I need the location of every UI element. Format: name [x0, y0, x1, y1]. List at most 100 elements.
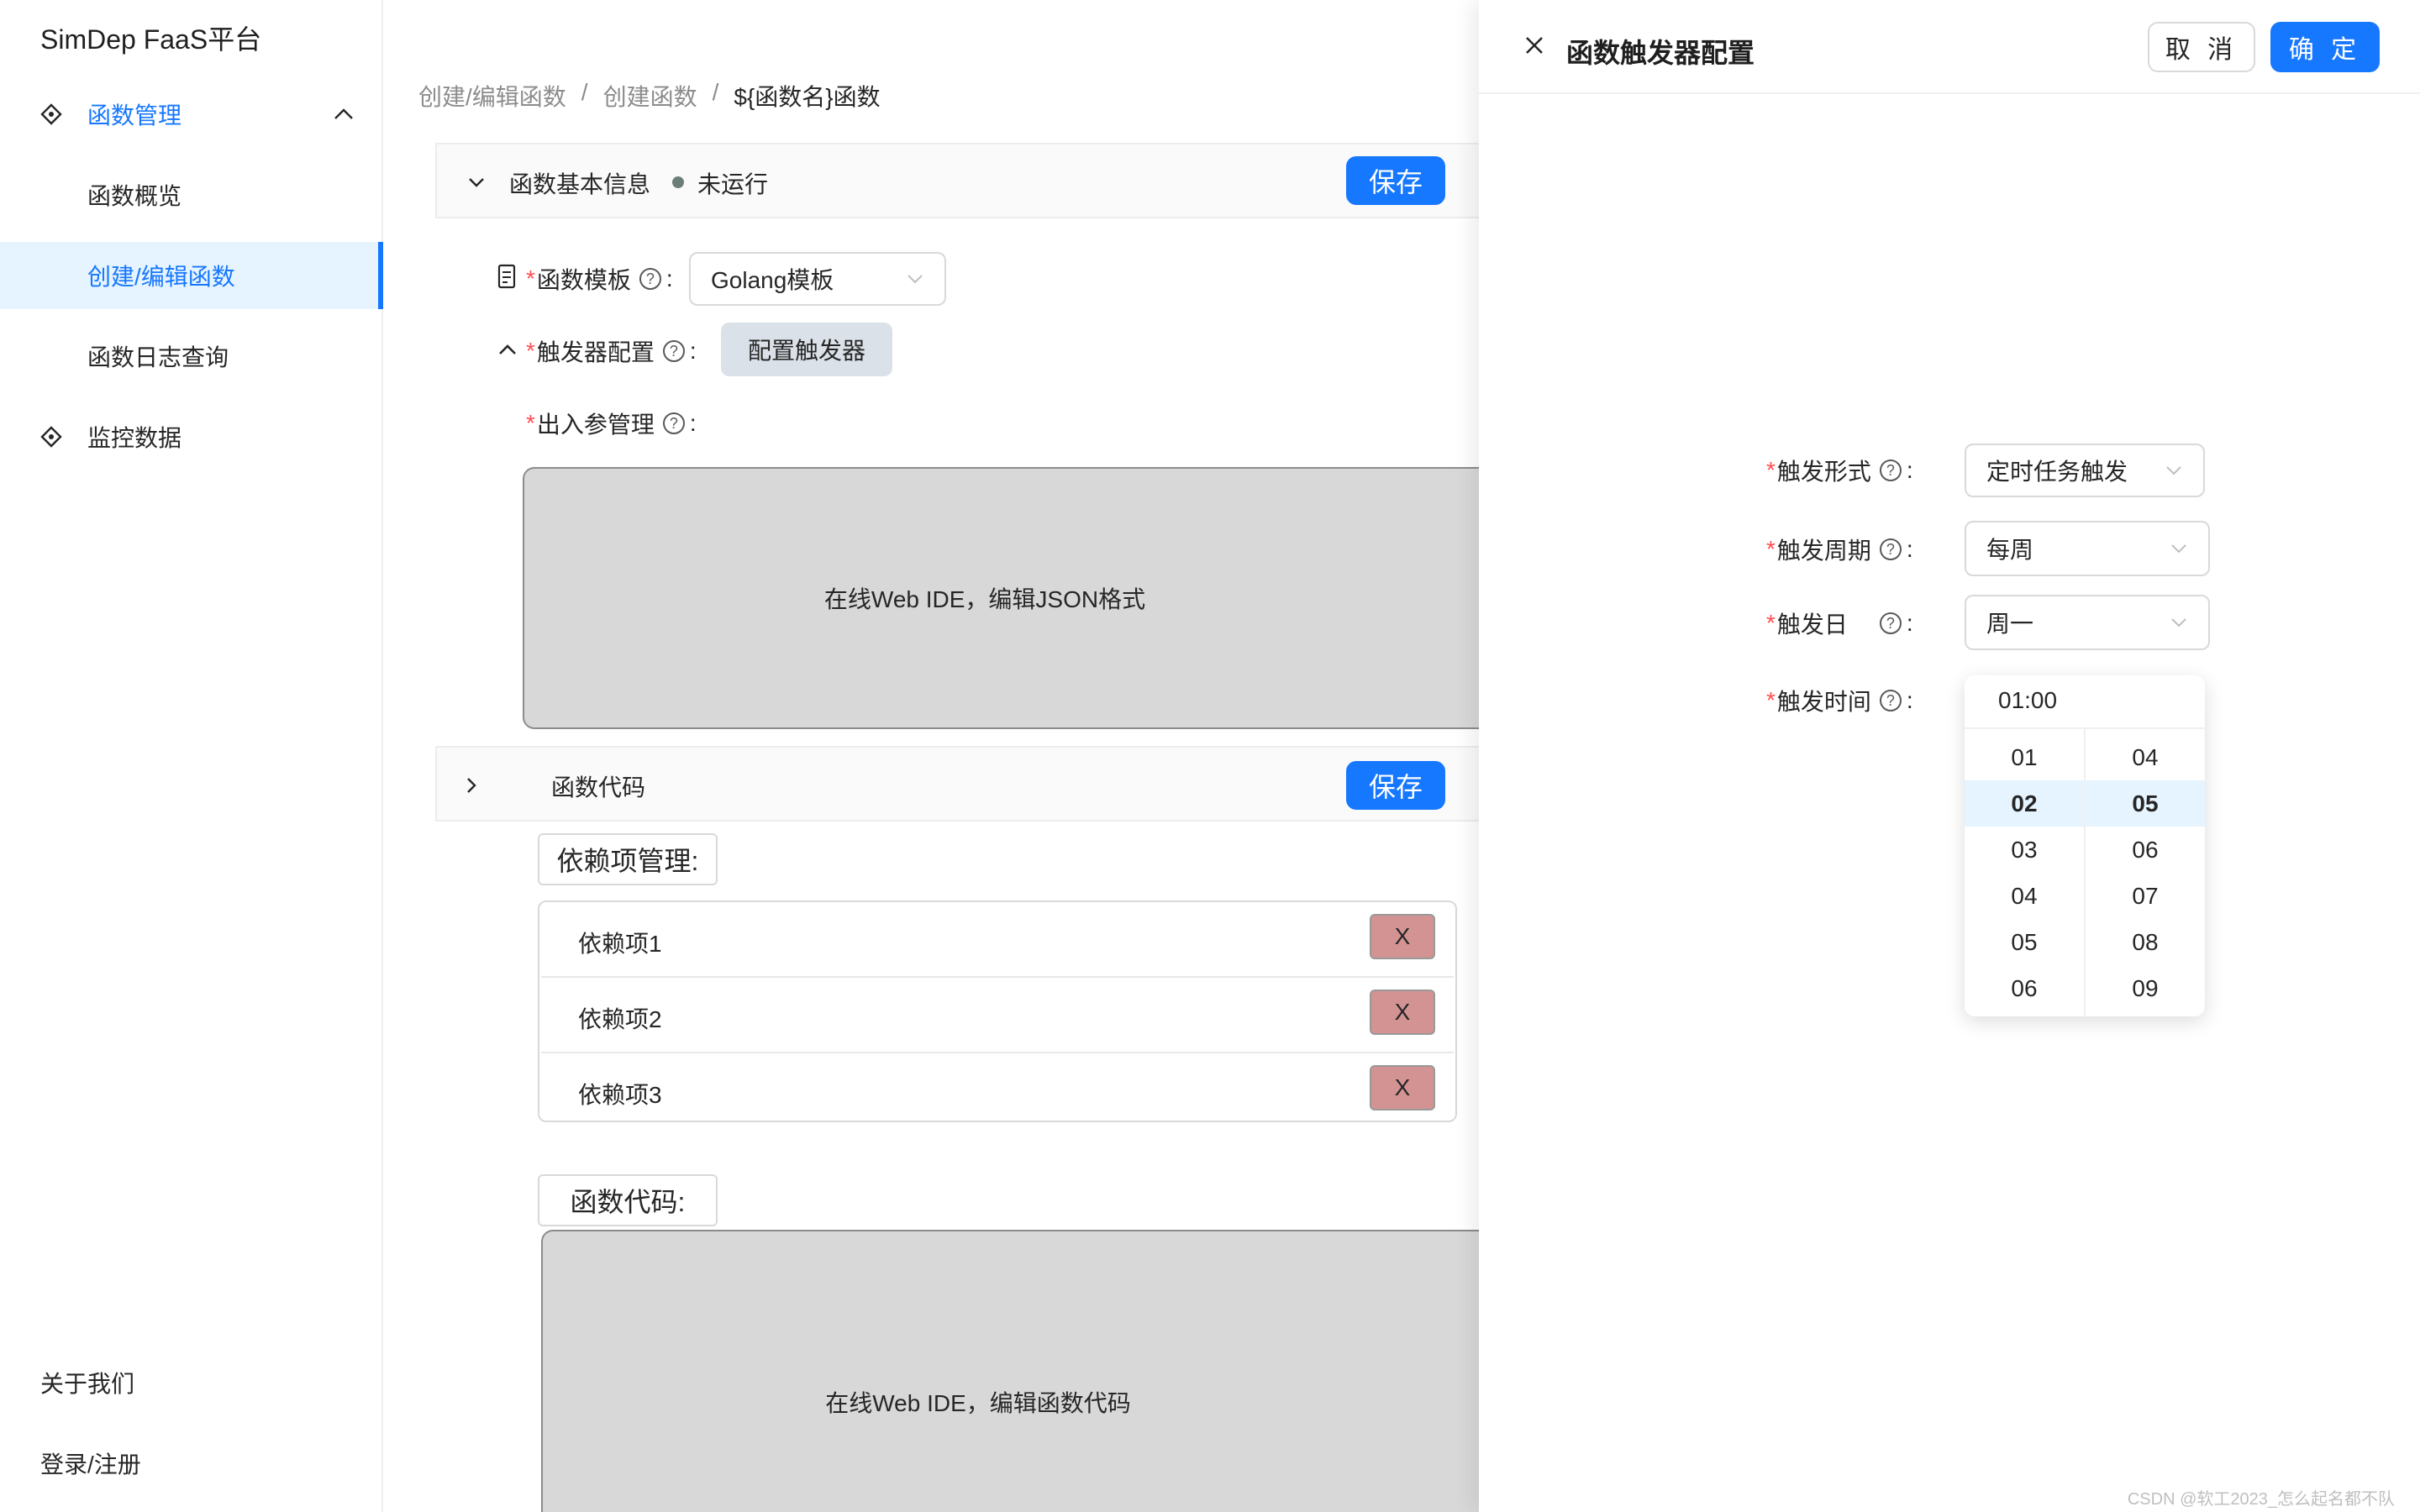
trigger-config-drawer: 函数触发器配置 取 消 确 定 — [1479, 0, 2420, 1512]
watermark: CSDN @软工2023_怎么起名都不队 — [2127, 1490, 2395, 1509]
params-label: * 出入参管理?: — [526, 410, 697, 438]
code-label: 函数代码: — [538, 1174, 718, 1226]
help-icon[interactable]: ? — [662, 340, 685, 362]
chevron-down-icon — [2171, 618, 2186, 627]
chevron-down-icon[interactable] — [467, 173, 486, 192]
status-dot — [672, 176, 684, 188]
sidebar-item-about[interactable]: 关于我们 — [0, 1349, 383, 1416]
breadcrumb-current: ${函数名}函数 — [734, 84, 881, 110]
breadcrumb-separator: / — [581, 79, 588, 105]
hour-option[interactable]: 03 — [1965, 827, 2084, 873]
dependency-name: 依赖项3 — [578, 1082, 662, 1108]
basic-info-panel-header[interactable]: 函数基本信息 未运行 保存 — [435, 143, 1479, 218]
trigger-day-label: * 触发日?: — [1766, 610, 1913, 638]
help-icon[interactable]: ? — [1879, 612, 1902, 634]
chevron-up-icon — [334, 108, 353, 119]
code-panel-title: 函数代码 — [551, 774, 646, 801]
sidebar-item-label: 函数日志查询 — [87, 344, 229, 370]
hour-option[interactable]: 06 — [1965, 965, 2084, 1011]
close-icon[interactable] — [1523, 34, 1546, 57]
sidebar-item-label: 关于我们 — [40, 1371, 135, 1397]
sidebar-item-function-logs[interactable]: 函数日志查询 — [0, 323, 383, 390]
save-basic-button[interactable]: 保存 — [1346, 156, 1445, 205]
breadcrumb-item[interactable]: 创建函数 — [603, 79, 697, 113]
trigger-time-label: * 触发时间?: — [1766, 687, 1913, 715]
cancel-button[interactable]: 取 消 — [2148, 22, 2255, 72]
dependencies-label: 依赖项管理: — [538, 833, 718, 885]
code-panel-header[interactable]: 函数代码 保存 — [435, 746, 1479, 822]
trigger-label: * 触发器配置?: — [526, 338, 697, 365]
dependency-name: 依赖项1 — [578, 931, 662, 957]
sidebar-item-label: 函数管理 — [87, 102, 182, 129]
configure-trigger-button[interactable]: 配置触发器 — [721, 323, 892, 376]
help-icon[interactable]: ? — [662, 412, 685, 434]
trigger-type-label: * 触发形式?: — [1766, 457, 1913, 485]
hour-option[interactable]: 05 — [1965, 919, 2084, 965]
trigger-type-select[interactable]: 定时任务触发 — [1965, 444, 2205, 497]
diamond-icon — [40, 426, 62, 448]
minute-option[interactable]: 04 — [2086, 734, 2205, 780]
document-icon — [497, 264, 516, 289]
dependency-list: 依赖项1 X 依赖项2 X 依赖项3 X — [538, 900, 1457, 1122]
ok-button[interactable]: 确 定 — [2270, 22, 2380, 72]
sidebar-item-label: 函数概览 — [87, 183, 182, 209]
app-title: SimDep FaaS平台 — [40, 24, 262, 55]
breadcrumb: 创建/编辑函数 / 创建函数 / ${函数名}函数 — [418, 79, 881, 113]
sidebar-item-login[interactable]: 登录/注册 — [0, 1430, 383, 1497]
trigger-period-label: * 触发周期?: — [1766, 536, 1913, 564]
minute-option[interactable]: 09 — [2086, 965, 2205, 1011]
help-icon[interactable]: ? — [1879, 690, 1902, 711]
trigger-day-select[interactable]: 周一 — [1965, 595, 2210, 650]
trigger-type-value: 定时任务触发 — [1986, 459, 2128, 485]
minute-option-selected[interactable]: 05 — [2086, 780, 2205, 827]
hour-option[interactable]: 01 — [1965, 734, 2084, 780]
sidebar: SimDep FaaS平台 函数管理 函数概览 创建/编辑函数 函数日志查询 监… — [0, 0, 383, 1512]
save-code-button[interactable]: 保存 — [1346, 761, 1445, 810]
remove-dependency-button[interactable]: X — [1370, 990, 1435, 1035]
minute-option[interactable]: 06 — [2086, 827, 2205, 873]
sidebar-item-label: 监控数据 — [87, 425, 182, 451]
help-icon[interactable]: ? — [1879, 459, 1902, 481]
template-select[interactable]: Golang模板 — [689, 252, 946, 306]
diamond-icon — [40, 103, 62, 125]
basic-info-title: 函数基本信息 — [509, 171, 651, 197]
code-editor[interactable]: 在线Web IDE，编辑函数代码 — [541, 1230, 1516, 1512]
sidebar-item-monitoring[interactable]: 监控数据 — [0, 403, 383, 470]
trigger-period-value: 每周 — [1986, 537, 2034, 563]
list-item: 依赖项1 X — [539, 902, 1455, 978]
time-picker: 01:00 01 02 03 04 05 06 04 05 06 07 08 0… — [1965, 675, 2205, 1016]
hour-column: 01 02 03 04 05 06 — [1965, 734, 2084, 1011]
hour-option[interactable]: 04 — [1965, 873, 2084, 919]
chevron-up-icon[interactable] — [497, 339, 518, 360]
time-picker-input[interactable]: 01:00 — [1998, 687, 2057, 714]
json-editor-placeholder: 在线Web IDE，编辑JSON格式 — [823, 586, 1146, 612]
remove-dependency-button[interactable]: X — [1370, 1065, 1435, 1110]
trigger-day-value: 周一 — [1986, 611, 2034, 637]
help-icon[interactable]: ? — [639, 268, 661, 290]
sidebar-item-function-management[interactable]: 函数管理 — [0, 81, 383, 148]
minute-option[interactable]: 08 — [2086, 919, 2205, 965]
chevron-right-icon[interactable] — [462, 776, 481, 795]
chevron-down-icon — [2171, 544, 2186, 554]
drawer-header: 函数触发器配置 取 消 确 定 — [1479, 0, 2420, 94]
hour-option-selected[interactable]: 02 — [1965, 780, 2084, 827]
sidebar-item-create-edit-function[interactable]: 创建/编辑函数 — [0, 242, 383, 309]
sidebar-item-function-overview[interactable]: 函数概览 — [0, 161, 383, 228]
breadcrumb-separator: / — [712, 79, 719, 105]
list-item: 依赖项3 X — [539, 1053, 1455, 1129]
remove-dependency-button[interactable]: X — [1370, 914, 1435, 959]
sidebar-item-label: 登录/注册 — [40, 1452, 141, 1478]
minute-option[interactable]: 07 — [2086, 873, 2205, 919]
sidebar-item-label: 创建/编辑函数 — [87, 264, 235, 290]
template-select-value: Golang模板 — [711, 267, 834, 293]
chevron-down-icon — [908, 275, 923, 284]
trigger-period-select[interactable]: 每周 — [1965, 521, 2210, 576]
breadcrumb-item[interactable]: 创建/编辑函数 — [418, 79, 566, 113]
minute-column: 04 05 06 07 08 09 — [2086, 734, 2205, 1011]
code-editor-placeholder: 在线Web IDE，编辑函数代码 — [825, 1390, 1131, 1416]
dependency-name: 依赖项2 — [578, 1006, 662, 1032]
json-editor[interactable]: 在线Web IDE，编辑JSON格式 — [523, 467, 1514, 729]
drawer-title: 函数触发器配置 — [1566, 38, 1755, 68]
template-label: * 函数模板?: — [526, 265, 673, 293]
help-icon[interactable]: ? — [1879, 538, 1902, 560]
